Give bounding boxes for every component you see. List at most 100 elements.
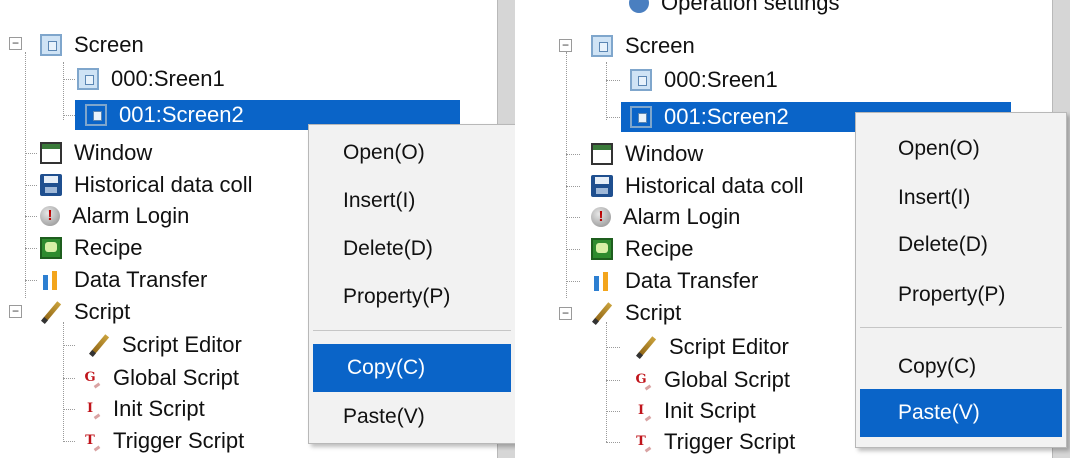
tree-guide	[63, 62, 64, 120]
tree-guide	[63, 322, 64, 442]
tree-guide	[63, 115, 75, 116]
tree-guide	[63, 409, 75, 410]
menu-item-property[interactable]: Property(P)	[856, 275, 1066, 315]
tree-item-operation-settings[interactable]: Operation settings	[629, 0, 844, 18]
tree-item-label: Screen	[74, 32, 144, 57]
tree-item-label: Trigger Script	[113, 428, 245, 453]
window-icon	[591, 143, 613, 165]
tree-guide	[25, 153, 37, 154]
data-transfer-icon	[40, 269, 62, 291]
tree-item-label: Recipe	[625, 236, 694, 261]
menu-item-property[interactable]: Property(P)	[309, 277, 515, 317]
tree-item-trigger-script[interactable]: T Trigger Script	[79, 426, 248, 456]
recipe-icon	[591, 238, 613, 260]
tree-guide	[606, 117, 620, 118]
tree-item-label: Alarm Login	[72, 203, 190, 228]
screen-icon	[630, 69, 652, 91]
menu-item-delete[interactable]: Delete(D)	[309, 229, 515, 269]
tree-item-label: 001:Screen2	[115, 100, 248, 130]
tree-item-label: Script	[74, 299, 131, 324]
gear-icon	[629, 0, 649, 13]
tree-item-recipe[interactable]: Recipe	[40, 233, 146, 263]
menu-item-delete[interactable]: Delete(D)	[856, 225, 1066, 265]
trigger-script-icon: T	[630, 431, 652, 453]
menu-separator	[860, 327, 1062, 328]
tree-item-label: Window	[625, 141, 704, 166]
tree-item-historical-data[interactable]: Historical data coll	[591, 171, 808, 201]
tree-item-alarm-login[interactable]: Alarm Login	[40, 201, 193, 231]
tree-item-recipe[interactable]: Recipe	[591, 234, 697, 264]
tree-item-label: 000:Sreen1	[664, 67, 778, 92]
tree-guide	[25, 185, 37, 186]
init-script-icon: I	[630, 400, 652, 422]
tree-item-label: Script Editor	[122, 332, 242, 357]
tree-guide	[63, 79, 75, 80]
tree-item-label: Data Transfer	[625, 268, 759, 293]
global-script-icon: G	[79, 367, 101, 389]
tree-item-label: Operation settings	[661, 0, 840, 15]
tree-item-init-script[interactable]: I Init Script	[630, 396, 760, 426]
menu-item-copy[interactable]: Copy(C)	[856, 347, 1066, 387]
tree-guide	[606, 442, 620, 443]
tree-item-data-transfer[interactable]: Data Transfer	[591, 266, 762, 296]
pencil-icon	[591, 302, 613, 324]
tree-item-screen1[interactable]: 000:Sreen1	[77, 64, 229, 94]
context-menu: Open(O) Insert(I) Delete(D) Property(P) …	[308, 124, 515, 444]
collapse-toggle[interactable]: −	[9, 305, 22, 318]
tree-item-script[interactable]: Script	[40, 297, 134, 327]
tree-item-screen[interactable]: Screen	[591, 31, 699, 61]
menu-item-copy[interactable]: Copy(C)	[313, 344, 511, 392]
tree-item-script-editor[interactable]: Script Editor	[635, 332, 793, 362]
tree-item-label: Alarm Login	[623, 204, 741, 229]
tree-item-script[interactable]: Script	[591, 298, 685, 328]
tree-item-data-transfer[interactable]: Data Transfer	[40, 265, 211, 295]
tree-item-label: Script	[625, 300, 682, 325]
tree-item-global-script[interactable]: G Global Script	[630, 365, 794, 395]
collapse-toggle[interactable]: −	[559, 307, 572, 320]
collapse-toggle[interactable]: −	[9, 37, 22, 50]
tree-item-window[interactable]: Window	[40, 138, 156, 168]
tree-guide	[25, 52, 26, 298]
tree-guide	[63, 378, 75, 379]
tree-item-label: Global Script	[113, 365, 239, 390]
alarm-icon	[40, 206, 60, 226]
data-transfer-icon	[591, 270, 613, 292]
collapse-toggle[interactable]: −	[559, 39, 572, 52]
tree-item-label: Window	[74, 140, 153, 165]
tree-guide	[566, 186, 580, 187]
tree-item-window[interactable]: Window	[591, 139, 707, 169]
tree-item-global-script[interactable]: G Global Script	[79, 363, 243, 393]
menu-item-open[interactable]: Open(O)	[856, 129, 1066, 169]
pencil-icon	[88, 334, 110, 356]
tree-item-screen1[interactable]: 000:Sreen1	[630, 65, 782, 95]
tree-item-alarm-login[interactable]: Alarm Login	[591, 202, 744, 232]
tree-guide	[606, 380, 620, 381]
tree-guide	[566, 52, 567, 298]
tree-item-historical-data[interactable]: Historical data coll	[40, 170, 257, 200]
tree-item-trigger-script[interactable]: T Trigger Script	[630, 427, 799, 457]
tree-guide	[606, 411, 620, 412]
tree-item-label: Init Script	[664, 398, 756, 423]
menu-item-insert[interactable]: Insert(I)	[856, 178, 1066, 218]
tree-guide	[566, 154, 580, 155]
right-panel: Operation settings − Screen 000:Sreen1 0…	[535, 0, 1070, 458]
tree-item-script-editor[interactable]: Script Editor	[88, 330, 246, 360]
init-script-icon: I	[79, 398, 101, 420]
tree-guide	[25, 216, 37, 217]
tree-item-label: Data Transfer	[74, 267, 208, 292]
menu-item-paste[interactable]: Paste(V)	[860, 389, 1062, 437]
tree-guide	[606, 62, 607, 120]
pencil-icon	[40, 301, 62, 323]
tree-item-label: Init Script	[113, 396, 205, 421]
tree-item-label: Screen	[625, 33, 695, 58]
tree-item-label: Recipe	[74, 235, 143, 260]
tree-item-screen[interactable]: Screen	[40, 30, 148, 60]
context-menu: Open(O) Insert(I) Delete(D) Property(P) …	[855, 112, 1067, 448]
menu-item-insert[interactable]: Insert(I)	[309, 181, 515, 221]
tree-item-label: Historical data coll	[74, 172, 253, 197]
screen-icon	[40, 34, 62, 56]
menu-item-open[interactable]: Open(O)	[309, 133, 515, 173]
tree-item-label: Script Editor	[669, 334, 789, 359]
menu-item-paste[interactable]: Paste(V)	[309, 397, 515, 437]
tree-item-init-script[interactable]: I Init Script	[79, 394, 209, 424]
